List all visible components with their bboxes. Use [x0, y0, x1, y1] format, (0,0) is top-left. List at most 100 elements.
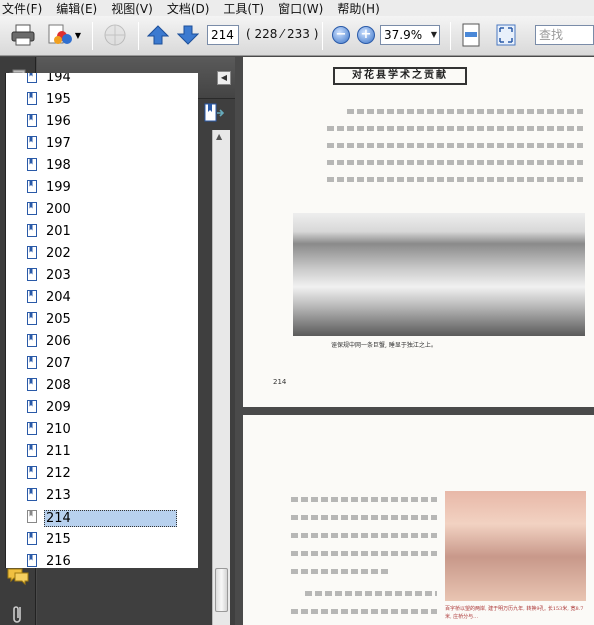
bookmark-item[interactable]: 206	[6, 331, 178, 353]
text-line	[291, 533, 437, 538]
bookmark-item[interactable]: 204	[6, 287, 178, 309]
bookmark-item[interactable]: 197	[6, 133, 178, 155]
comment-icon	[7, 568, 29, 586]
scroll-up-icon[interactable]: ▲	[216, 132, 222, 141]
bookmark-icon	[27, 180, 37, 193]
bookmark-item[interactable]: 214	[6, 507, 178, 529]
collapse-panel-button[interactable]: ◀	[217, 71, 231, 85]
bookmark-item[interactable]: 211	[6, 441, 178, 463]
bookmark-item[interactable]: 202	[6, 243, 178, 265]
text-line	[291, 551, 437, 556]
bookmark-item[interactable]: 210	[6, 419, 178, 441]
bookmark-label: 206	[46, 334, 71, 349]
bookmark-icon	[27, 488, 37, 501]
bookmark-item[interactable]: 199	[6, 177, 178, 199]
menu-help[interactable]: 帮助(H)	[337, 0, 379, 17]
fit-page-button[interactable]	[458, 20, 484, 50]
bookmark-icon	[27, 92, 37, 105]
bookmark-label: 194	[46, 73, 71, 85]
bookmark-item[interactable]: 196	[6, 111, 178, 133]
bookmark-icon	[27, 400, 37, 413]
share-button[interactable]: ▼	[44, 20, 84, 50]
bookmark-label: 212	[46, 466, 71, 481]
document-page: 对花县学术之贡献 诬保规中网一条巨蟹, 睡显于独江之上。 214	[243, 57, 594, 407]
menu-document[interactable]: 文档(D)	[167, 0, 210, 17]
bookmark-icon	[27, 532, 37, 545]
photo-caption: 诬保规中网一条巨蟹, 睡显于独江之上。	[331, 342, 437, 349]
new-bookmark-button[interactable]	[203, 103, 225, 126]
bookmark-item[interactable]: 209	[6, 397, 178, 419]
share-dropdown-icon[interactable]: ▼	[75, 31, 81, 40]
menu-window[interactable]: 窗口(W)	[278, 0, 323, 17]
toolbar-separator	[322, 22, 323, 50]
text-line	[291, 569, 391, 574]
bookmark-label: 199	[46, 180, 71, 195]
next-page-button[interactable]	[176, 20, 200, 50]
bookmark-icon	[27, 378, 37, 391]
bookmark-label: 202	[46, 246, 71, 261]
scrollbar-thumb[interactable]	[215, 568, 228, 612]
bookmark-label: 198	[46, 158, 71, 173]
search-input[interactable]: 查找	[535, 25, 594, 45]
full-screen-icon	[496, 24, 516, 46]
bookmark-icon	[27, 312, 37, 325]
zoom-out-button[interactable]: −	[330, 20, 352, 50]
print-button[interactable]	[8, 20, 38, 50]
minus-icon: −	[332, 26, 350, 44]
bookmark-icon	[27, 202, 37, 215]
menu-edit[interactable]: 编辑(E)	[56, 0, 97, 17]
previous-page-button[interactable]	[146, 20, 170, 50]
bookmark-label: 210	[46, 422, 71, 437]
bookmark-label: 197	[46, 136, 71, 151]
bookmark-label: 196	[46, 114, 71, 129]
bookmark-item[interactable]: 207	[6, 353, 178, 375]
full-screen-button[interactable]	[493, 20, 519, 50]
bookmark-label: 200	[46, 202, 71, 217]
collaborate-button[interactable]	[100, 20, 130, 50]
bookmark-icon	[27, 224, 37, 237]
bookmark-item[interactable]: 194	[6, 73, 178, 89]
bookmark-icon	[27, 356, 37, 369]
bookmark-item[interactable]: 205	[6, 309, 178, 331]
chevron-down-icon: ▼	[430, 30, 437, 39]
zoom-in-button[interactable]: +	[355, 20, 377, 50]
bookmark-item[interactable]: 200	[6, 199, 178, 221]
text-line	[291, 497, 437, 502]
bookmark-item[interactable]: 213	[6, 485, 178, 507]
text-line	[327, 177, 583, 182]
bookmark-icon	[27, 510, 37, 523]
bookmark-item[interactable]: 195	[6, 89, 178, 111]
arrow-up-icon	[147, 25, 169, 45]
menu-file[interactable]: 文件(F)	[2, 0, 42, 17]
toolbar-separator	[450, 22, 451, 50]
panel-splitter[interactable]	[235, 57, 243, 625]
bookmark-label: 203	[46, 268, 71, 283]
bookmark-scrollbar[interactable]: ▲	[212, 130, 230, 625]
bookmark-label: 208	[46, 378, 71, 393]
bookmark-icon	[27, 554, 37, 567]
text-line	[327, 126, 583, 131]
bookmark-item[interactable]: 203	[6, 265, 178, 287]
bookmark-item[interactable]: 198	[6, 155, 178, 177]
paperclip-icon	[13, 606, 21, 623]
document-page: 百字桥以望的两岸, 建于明万历九年, 转换9孔, 长153米, 宽8.7米, 庄…	[243, 415, 594, 625]
attachments-panel-button[interactable]	[6, 601, 30, 625]
bookmark-icon	[27, 73, 37, 83]
bookmark-item[interactable]: 215	[6, 529, 178, 551]
page-number-input[interactable]: 214	[207, 25, 239, 45]
bookmark-item[interactable]: 212	[6, 463, 178, 485]
menu-bar: 文件(F) 编辑(E) 视图(V) 文档(D) 工具(T) 窗口(W) 帮助(H…	[0, 0, 594, 16]
printer-icon	[11, 24, 35, 46]
bookmark-item[interactable]: 201	[6, 221, 178, 243]
plus-icon: +	[357, 26, 375, 44]
bookmark-item[interactable]: 216	[6, 551, 178, 568]
fit-page-icon	[462, 23, 480, 47]
bookmark-icon	[27, 466, 37, 479]
menu-tools[interactable]: 工具(T)	[223, 0, 264, 17]
document-view[interactable]: 对花县学术之贡献 诬保规中网一条巨蟹, 睡显于独江之上。 214 百字桥以望的两…	[243, 57, 594, 625]
zoom-select[interactable]: 37.9% ▼	[380, 25, 440, 45]
bookmark-item[interactable]: 208	[6, 375, 178, 397]
menu-view[interactable]: 视图(V)	[111, 0, 153, 17]
bookmark-label: 214	[44, 510, 177, 527]
bookmark-label: 211	[46, 444, 71, 459]
